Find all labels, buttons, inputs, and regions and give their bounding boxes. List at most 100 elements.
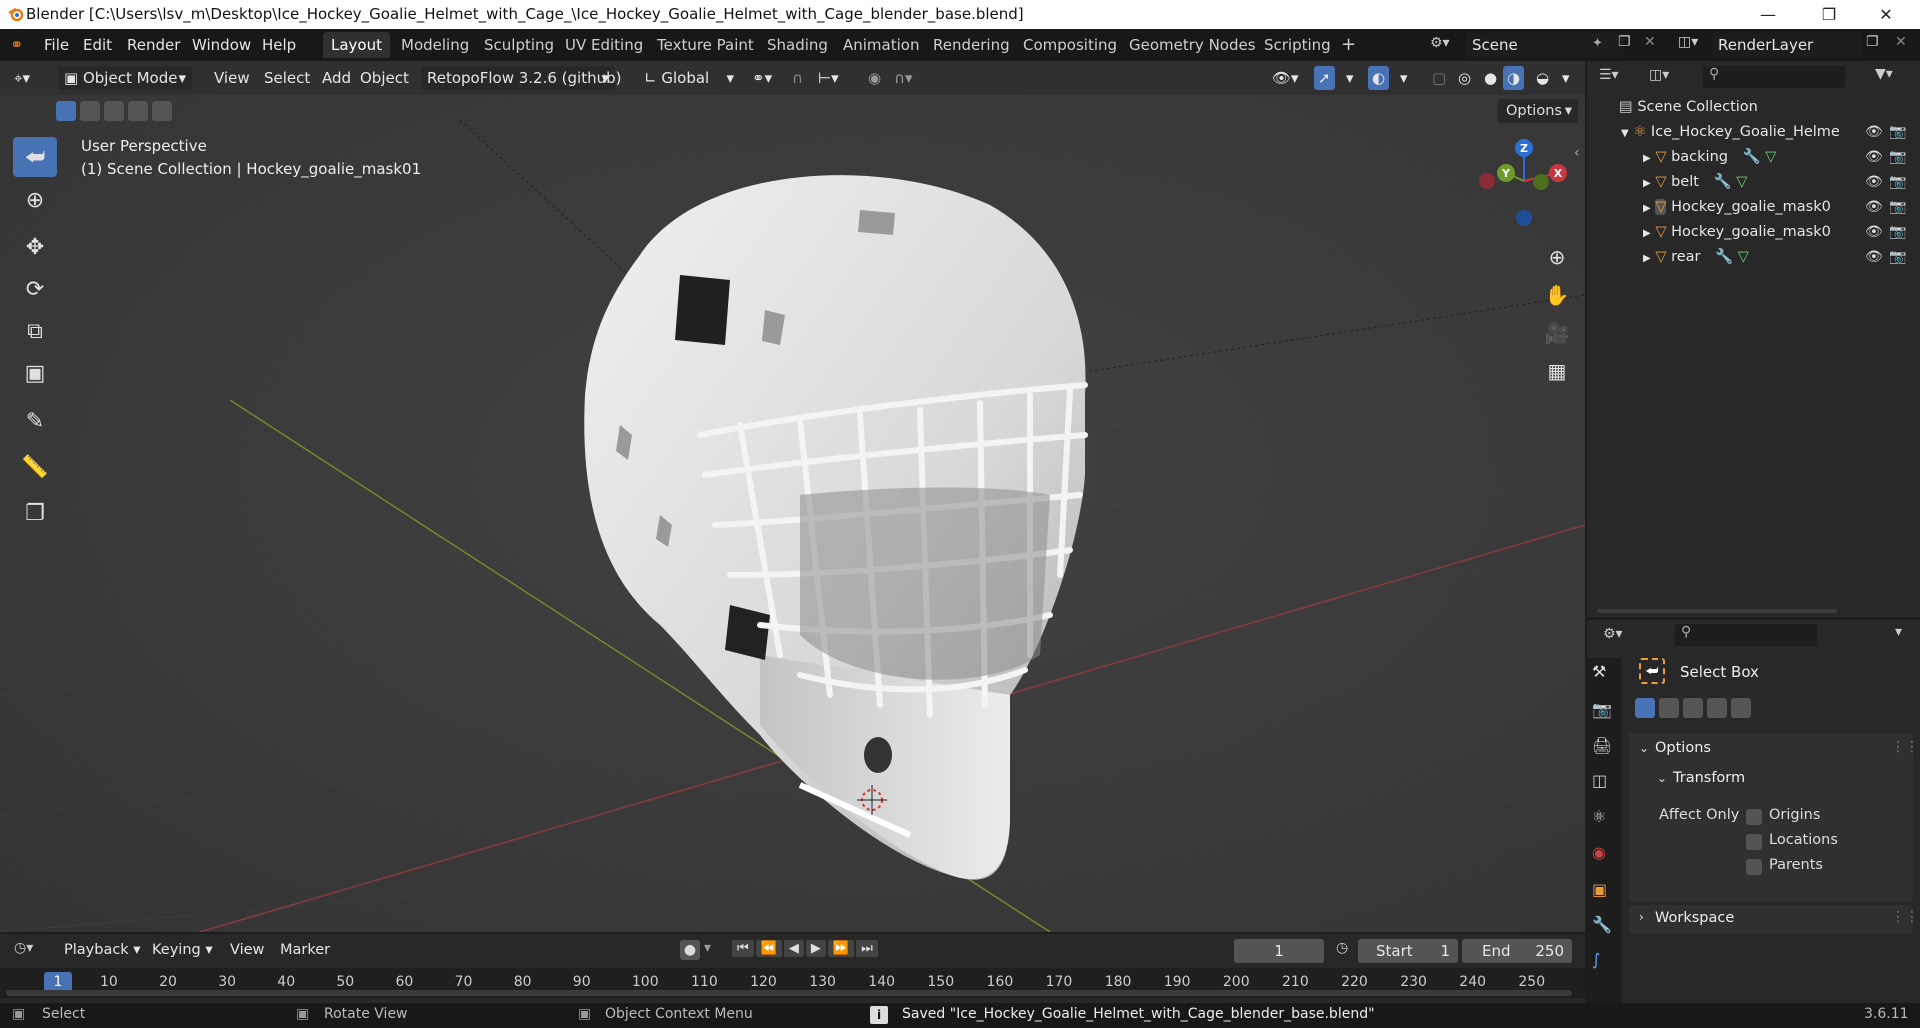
outliner-row-backing[interactable]: ▶ ▽ backing 🔧 ▽ 👁 📷 [1587, 145, 1920, 170]
tab-scripting[interactable]: Scripting [1256, 32, 1339, 58]
tab-geometry-nodes[interactable]: Geometry Nodes [1121, 32, 1264, 58]
pan-hand-icon[interactable]: ✋ [1540, 278, 1574, 312]
render-camera-icon[interactable]: 📷 [1889, 170, 1906, 195]
particles-tab-icon[interactable]: ∫ [1592, 950, 1600, 969]
minimize-button[interactable]: — [1745, 0, 1791, 29]
select-intersect-icon[interactable] [152, 101, 172, 121]
modifier-tab-icon[interactable]: 🔧 [1592, 915, 1612, 934]
scene-icon[interactable]: ⚙▾ [1430, 35, 1450, 51]
blender-menu-icon[interactable]: ⚭ [10, 35, 23, 54]
tab-compositing[interactable]: Compositing [1015, 32, 1125, 58]
select-intersect-icon[interactable] [1731, 698, 1751, 718]
options-dropdown[interactable]: Options ▾ [1498, 99, 1578, 123]
outliner-search-input[interactable]: ⚲ [1703, 66, 1845, 88]
current-frame-field[interactable]: 1 [1234, 939, 1324, 963]
select-new-icon[interactable] [56, 101, 76, 121]
select-new-icon[interactable] [1635, 698, 1655, 718]
outliner-scrollbar[interactable] [1597, 609, 1837, 613]
end-frame-field[interactable]: End 250 [1462, 939, 1572, 963]
restore-button[interactable]: ❐ [1806, 0, 1852, 29]
render-camera-icon[interactable]: 📷 [1889, 195, 1906, 220]
retopoflow-dropdown[interactable]: RetopoFlow 3.2.6 (github) ▾ [421, 66, 622, 90]
start-frame-field[interactable]: Start 1 [1358, 939, 1458, 963]
locations-checkbox[interactable] [1746, 834, 1762, 850]
eye-icon[interactable]: 👁 [1865, 245, 1883, 270]
workspace-section[interactable]: › Workspace ⋮⋮ [1629, 905, 1919, 933]
render-tab-icon[interactable]: 📷 [1592, 700, 1612, 719]
timeline-scrollbar[interactable] [6, 990, 1572, 996]
close-window-button[interactable]: ✕ [1863, 0, 1909, 29]
timeline-editor-icon[interactable]: ◷▾ [14, 940, 33, 956]
remove-scene-icon[interactable]: ✕ [1644, 34, 1656, 50]
playhead[interactable]: 1 [44, 972, 72, 992]
play-reverse-icon[interactable]: ◀ [783, 940, 804, 957]
visibility-icon[interactable]: 👁▾ [1266, 66, 1305, 90]
proportional-edit-icon[interactable]: ◉ [862, 66, 887, 90]
select-box-tool[interactable]: ⮨ [13, 137, 57, 177]
ortho-grid-icon[interactable]: ▦ [1540, 354, 1574, 388]
filter-icon[interactable]: ▼▾ [1875, 66, 1893, 82]
collapse-chevron-icon[interactable]: ▾ [1895, 624, 1902, 640]
select-invert-icon[interactable] [1707, 698, 1727, 718]
outliner-row-mask-1[interactable]: ▶ ▽ Hockey_goalie_mask0 👁 📷 [1587, 195, 1920, 220]
overlay-dropdown-icon[interactable]: ▾ [1394, 66, 1414, 90]
editor-type-icon[interactable]: ⌖▾ [8, 66, 36, 90]
gizmo-dropdown-icon[interactable]: ▾ [1340, 66, 1360, 90]
drag-handle-icon[interactable]: ⋮⋮ [1891, 909, 1919, 925]
prev-keyframe-icon[interactable]: ⏪ [755, 940, 782, 957]
sidebar-toggle-icon[interactable]: ‹ [1574, 145, 1580, 161]
menu-add[interactable]: Add [316, 66, 357, 90]
menu-view[interactable]: View [208, 66, 256, 90]
falloff-icon[interactable]: ∩▾ [888, 66, 919, 90]
rendered-shading-icon[interactable]: ◒ [1530, 66, 1555, 90]
view-layer-tab-icon[interactable]: ◫ [1592, 771, 1607, 790]
jump-end-icon[interactable]: ⏭ [856, 940, 878, 957]
outliner-row-scene-collection[interactable]: ▤ Scene Collection [1587, 95, 1920, 120]
timeline-view-menu[interactable]: View [224, 938, 270, 962]
shading-dropdown-icon[interactable]: ▾ [1556, 66, 1576, 90]
outliner-editor-icon[interactable]: ☰▾ [1599, 67, 1619, 83]
properties-editor-icon[interactable]: ⚙▾ [1603, 626, 1623, 642]
select-subtract-icon[interactable] [1683, 698, 1703, 718]
tab-shading[interactable]: Shading [759, 32, 836, 58]
gizmo-toggle-icon[interactable]: ➚ [1314, 66, 1335, 90]
outliner-row-belt[interactable]: ▶ ▽ belt 🔧 ▽ 👁 📷 [1587, 170, 1920, 195]
wireframe-shading-icon[interactable]: ◎ [1452, 66, 1477, 90]
annotate-tool[interactable]: ✎ [13, 401, 57, 441]
snap-icon[interactable]: ∩ [786, 66, 809, 90]
parents-checkbox[interactable] [1746, 859, 1762, 875]
navigation-gizmo[interactable]: Z Y X [1470, 135, 1580, 235]
orientation-dropdown[interactable]: ∟ Global ▾ [638, 66, 738, 90]
object-tab-icon[interactable]: ▣ [1592, 880, 1607, 899]
outliner-row-rear[interactable]: ▶ ▽ rear 🔧 ▽ 👁 📷 [1587, 245, 1920, 270]
camera-view-icon[interactable]: 🎥 [1540, 316, 1574, 350]
drag-handle-icon[interactable]: ⋮⋮ [1891, 739, 1919, 755]
3d-viewport[interactable]: User Perspective (1) Scene Collection | … [0, 95, 1585, 932]
outliner-row-mask-2[interactable]: ▶ ▽ Hockey_goalie_mask0 👁 📷 [1587, 220, 1920, 245]
eye-icon[interactable]: 👁 [1865, 120, 1883, 145]
stopwatch-icon[interactable]: ◷ [1336, 940, 1348, 956]
view-layer-field[interactable]: RenderLayer [1712, 33, 1862, 57]
tab-modeling[interactable]: Modeling [393, 32, 477, 58]
add-workspace-icon[interactable]: + [1333, 32, 1364, 58]
xray-icon[interactable]: ▢ [1426, 66, 1452, 90]
eye-icon[interactable]: 👁 [1865, 195, 1883, 220]
render-camera-icon[interactable]: 📷 [1889, 220, 1906, 245]
pivot-icon[interactable]: ⚭▾ [746, 66, 778, 90]
transform-section-label[interactable]: Transform [1673, 770, 1745, 786]
tab-rendering[interactable]: Rendering [925, 32, 1018, 58]
jump-start-icon[interactable]: ⏮ [732, 940, 754, 957]
tab-uv-editing[interactable]: UV Editing [557, 32, 651, 58]
measure-tool[interactable]: 📏 [13, 447, 57, 487]
tab-texture-paint[interactable]: Texture Paint [649, 32, 762, 58]
menu-help[interactable]: Help [256, 34, 302, 56]
scene-tab-icon[interactable]: ⚛ [1592, 807, 1606, 826]
play-icon[interactable]: ▶ [805, 940, 826, 957]
tab-sculpting[interactable]: Sculpting [476, 32, 562, 58]
menu-file[interactable]: File [38, 34, 75, 56]
render-camera-icon[interactable]: 📷 [1889, 120, 1906, 145]
select-invert-icon[interactable] [128, 101, 148, 121]
move-tool[interactable]: ✥ [13, 227, 57, 267]
select-extend-icon[interactable] [80, 101, 100, 121]
display-mode-icon[interactable]: ◫▾ [1649, 67, 1669, 83]
